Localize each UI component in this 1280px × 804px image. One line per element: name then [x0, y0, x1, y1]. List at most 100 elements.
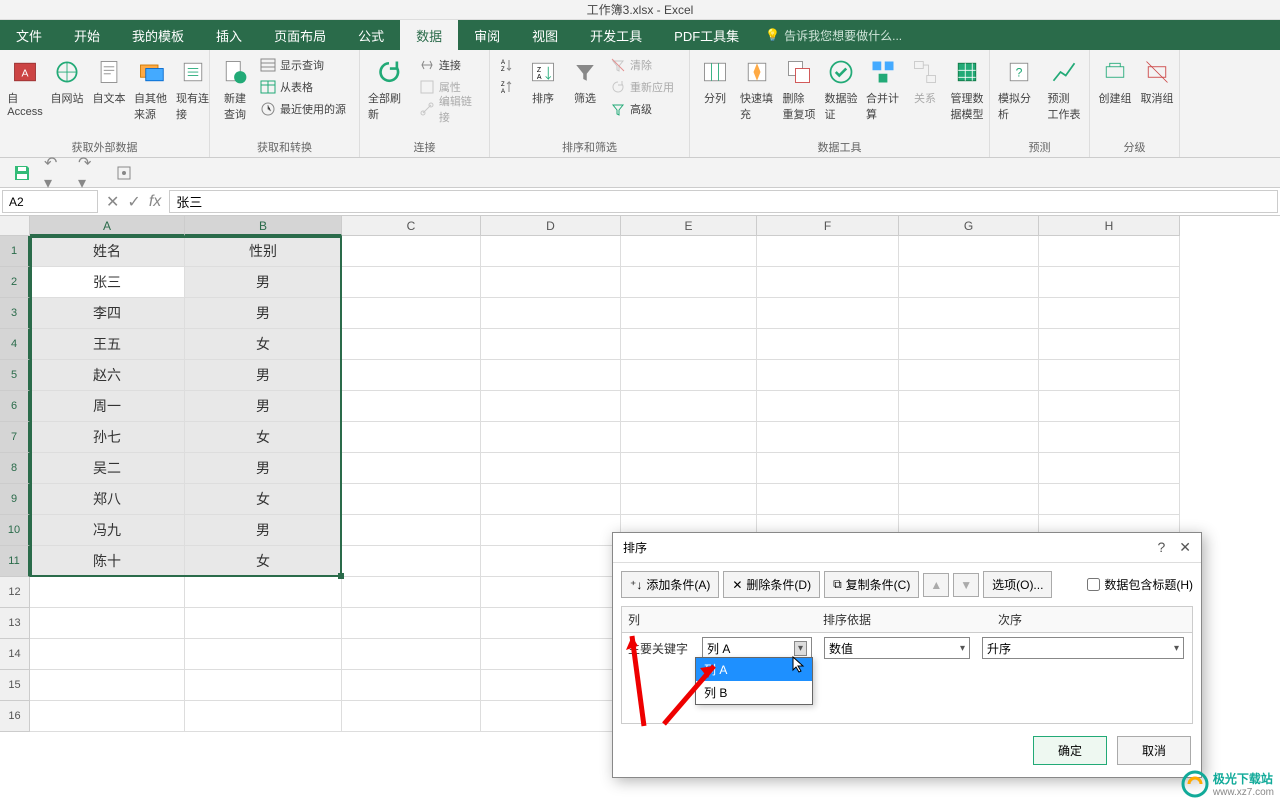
cell-G5[interactable]	[899, 360, 1039, 391]
cell-F4[interactable]	[757, 329, 899, 360]
ok-button[interactable]: 确定	[1033, 736, 1107, 765]
cell-D8[interactable]	[481, 453, 621, 484]
cell-B5[interactable]: 男	[185, 360, 342, 391]
cell-B6[interactable]: 男	[185, 391, 342, 422]
column-dropdown[interactable]: 列 A 列 B	[695, 657, 813, 705]
cancel-icon[interactable]: ✕	[106, 192, 119, 212]
cell-C13[interactable]	[342, 608, 481, 639]
from-access-button[interactable]: A自 Access	[4, 54, 46, 120]
tab-insert[interactable]: 插入	[200, 20, 258, 50]
cell-D7[interactable]	[481, 422, 621, 453]
cell-E7[interactable]	[621, 422, 757, 453]
tab-pdf[interactable]: PDF工具集	[658, 20, 755, 50]
col-header-H[interactable]: H	[1039, 216, 1180, 236]
text-to-columns-button[interactable]: 分列	[694, 54, 736, 108]
show-queries-button[interactable]: 显示查询	[256, 54, 350, 76]
tab-data[interactable]: 数据	[400, 20, 458, 50]
cell-B1[interactable]: 性别	[185, 236, 342, 267]
row-header-12[interactable]: 12	[0, 577, 30, 608]
cell-F2[interactable]	[757, 267, 899, 298]
cell-H2[interactable]	[1039, 267, 1180, 298]
cell-C7[interactable]	[342, 422, 481, 453]
cell-H9[interactable]	[1039, 484, 1180, 515]
row-header-1[interactable]: 1	[0, 236, 30, 267]
cell-A7[interactable]: 孙七	[30, 422, 185, 453]
row-header-3[interactable]: 3	[0, 298, 30, 329]
row-header-7[interactable]: 7	[0, 422, 30, 453]
row-header-11[interactable]: 11	[0, 546, 30, 577]
row-header-10[interactable]: 10	[0, 515, 30, 546]
cell-B14[interactable]	[185, 639, 342, 670]
flash-fill-button[interactable]: 快速填充	[736, 54, 778, 124]
cell-C11[interactable]	[342, 546, 481, 577]
row-header-2[interactable]: 2	[0, 267, 30, 298]
cell-B8[interactable]: 男	[185, 453, 342, 484]
cell-E2[interactable]	[621, 267, 757, 298]
sortby-select[interactable]: 数值▾	[824, 637, 970, 659]
col-header-C[interactable]: C	[342, 216, 481, 236]
cell-A2[interactable]: 张三	[30, 267, 185, 298]
cell-C3[interactable]	[342, 298, 481, 329]
close-icon[interactable]: ✕	[1179, 539, 1191, 556]
cell-B12[interactable]	[185, 577, 342, 608]
cell-C8[interactable]	[342, 453, 481, 484]
tab-mytemplates[interactable]: 我的模板	[116, 20, 200, 50]
cell-C15[interactable]	[342, 670, 481, 701]
cell-H8[interactable]	[1039, 453, 1180, 484]
col-header-B[interactable]: B	[185, 216, 342, 236]
cell-G1[interactable]	[899, 236, 1039, 267]
options-button[interactable]: 选项(O)...	[983, 571, 1052, 598]
cell-D13[interactable]	[481, 608, 621, 639]
cell-H1[interactable]	[1039, 236, 1180, 267]
cell-A16[interactable]	[30, 701, 185, 732]
select-all-corner[interactable]	[0, 216, 30, 236]
move-down-button[interactable]: ▼	[953, 573, 979, 597]
remove-duplicates-button[interactable]: 删除 重复项	[778, 54, 820, 124]
row-header-14[interactable]: 14	[0, 639, 30, 670]
cell-A8[interactable]: 吴二	[30, 453, 185, 484]
cell-D3[interactable]	[481, 298, 621, 329]
cell-D1[interactable]	[481, 236, 621, 267]
cell-E4[interactable]	[621, 329, 757, 360]
worksheet[interactable]: ABCDEFGH 12345678910111213141516 姓名性别张三男…	[0, 216, 1280, 804]
cell-F1[interactable]	[757, 236, 899, 267]
delete-condition-button[interactable]: ✕删除条件(D)	[723, 571, 820, 598]
cell-G4[interactable]	[899, 329, 1039, 360]
cell-A9[interactable]: 郑八	[30, 484, 185, 515]
col-header-A[interactable]: A	[30, 216, 185, 236]
cell-D14[interactable]	[481, 639, 621, 670]
row-header-6[interactable]: 6	[0, 391, 30, 422]
data-validation-button[interactable]: 数据验 证	[820, 54, 862, 124]
cell-B7[interactable]: 女	[185, 422, 342, 453]
column-select[interactable]: 列 A▾	[702, 637, 812, 659]
fx-icon[interactable]: fx	[149, 193, 161, 211]
group-button[interactable]: 创建组	[1094, 54, 1136, 108]
cell-A5[interactable]: 赵六	[30, 360, 185, 391]
cell-B11[interactable]: 女	[185, 546, 342, 577]
cell-F5[interactable]	[757, 360, 899, 391]
manage-model-button[interactable]: 管理数 据模型	[946, 54, 988, 124]
sort-za-button[interactable]: ZA	[494, 76, 522, 98]
headers-checkbox[interactable]: 数据包含标题(H)	[1087, 576, 1193, 593]
tab-review[interactable]: 审阅	[458, 20, 516, 50]
cell-D15[interactable]	[481, 670, 621, 701]
cell-C1[interactable]	[342, 236, 481, 267]
cell-E1[interactable]	[621, 236, 757, 267]
existing-conn-button[interactable]: 现有连接	[172, 54, 214, 124]
cell-C14[interactable]	[342, 639, 481, 670]
cell-D9[interactable]	[481, 484, 621, 515]
redo-button[interactable]: ↷ ▾	[78, 161, 102, 185]
dropdown-option-col-b[interactable]: 列 B	[696, 681, 812, 704]
cell-C16[interactable]	[342, 701, 481, 732]
new-query-button[interactable]: 新建 查询	[214, 54, 256, 124]
col-header-F[interactable]: F	[757, 216, 899, 236]
tab-home[interactable]: 开始	[58, 20, 116, 50]
cell-D10[interactable]	[481, 515, 621, 546]
copy-condition-button[interactable]: ⧉复制条件(C)	[824, 571, 919, 598]
order-select[interactable]: 升序▾	[982, 637, 1184, 659]
forecast-button[interactable]: 预测 工作表	[1043, 54, 1085, 124]
cell-B4[interactable]: 女	[185, 329, 342, 360]
name-box[interactable]	[2, 190, 98, 213]
col-header-E[interactable]: E	[621, 216, 757, 236]
dialog-title-bar[interactable]: 排序 ? ✕	[613, 533, 1201, 563]
